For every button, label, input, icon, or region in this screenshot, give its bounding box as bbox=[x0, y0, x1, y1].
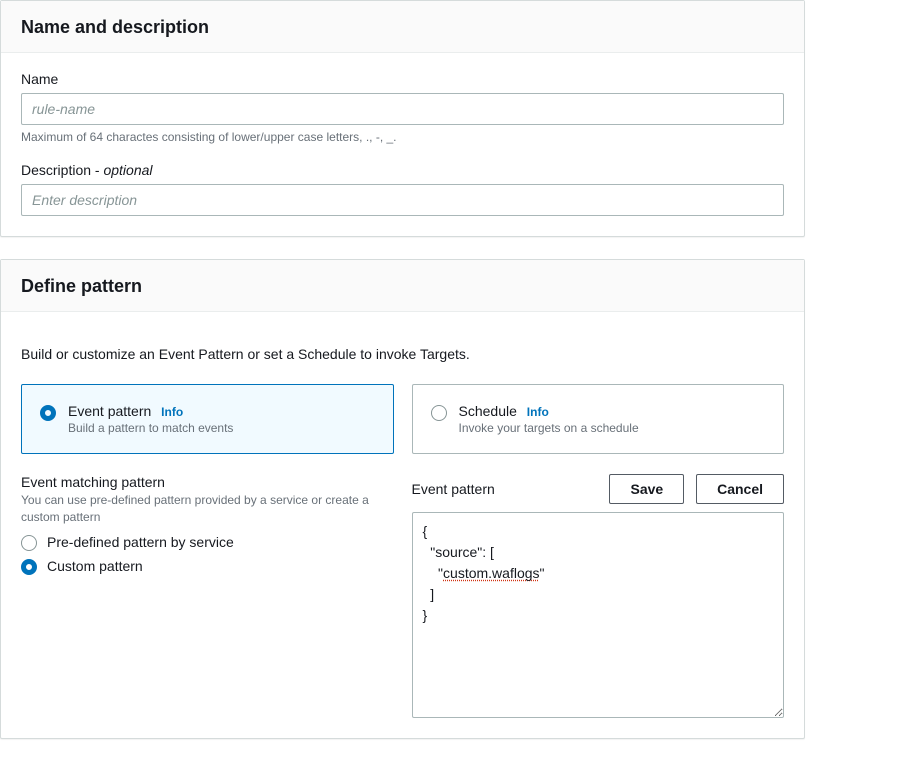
option-title: Schedule bbox=[459, 403, 517, 419]
name-help-text: Maximum of 64 charactes consisting of lo… bbox=[21, 129, 784, 146]
code-line: "source": [ bbox=[423, 544, 494, 560]
panel-body: Name Maximum of 64 charactes consisting … bbox=[1, 53, 804, 236]
panel-header: Name and description bbox=[1, 1, 804, 53]
define-pattern-description: Build or customize an Event Pattern or s… bbox=[21, 346, 784, 362]
description-label-optional: optional bbox=[103, 162, 152, 178]
code-spell-segment: custom.waflogs bbox=[443, 565, 539, 581]
description-label: Description - optional bbox=[21, 162, 784, 178]
info-link[interactable]: Info bbox=[161, 405, 183, 419]
info-link[interactable]: Info bbox=[527, 405, 549, 419]
radio-label: Pre-defined pattern by service bbox=[47, 534, 234, 550]
panel-title: Name and description bbox=[21, 17, 784, 38]
radio-icon bbox=[40, 405, 56, 421]
name-input[interactable] bbox=[21, 93, 784, 125]
event-pattern-code-input[interactable]: { "source": [ "custom.waflogs" ] } bbox=[412, 512, 785, 718]
description-field-block: Description - optional bbox=[21, 162, 784, 216]
name-field-block: Name Maximum of 64 charactes consisting … bbox=[21, 71, 784, 146]
event-matching-help: You can use pre-defined pattern provided… bbox=[21, 492, 394, 526]
option-text: Event pattern Info Build a pattern to ma… bbox=[68, 403, 375, 435]
custom-pattern-radio[interactable]: Custom pattern bbox=[21, 557, 394, 575]
event-pattern-buttons: Save Cancel bbox=[609, 474, 784, 504]
event-pattern-header: Event pattern Save Cancel bbox=[412, 474, 785, 504]
name-description-panel: Name and description Name Maximum of 64 … bbox=[0, 0, 805, 237]
option-subtitle: Build a pattern to match events bbox=[68, 421, 375, 435]
schedule-option[interactable]: Schedule Info Invoke your targets on a s… bbox=[412, 384, 785, 454]
option-title: Event pattern bbox=[68, 403, 151, 419]
name-label: Name bbox=[21, 71, 784, 87]
option-subtitle: Invoke your targets on a schedule bbox=[459, 421, 766, 435]
event-pattern-title: Event pattern bbox=[412, 481, 495, 497]
panel-header: Define pattern bbox=[1, 260, 804, 312]
radio-icon bbox=[21, 535, 37, 551]
option-text: Schedule Info Invoke your targets on a s… bbox=[459, 403, 766, 435]
lower-row: Event matching pattern You can use pre-d… bbox=[21, 474, 784, 718]
pattern-type-options: Event pattern Info Build a pattern to ma… bbox=[21, 384, 784, 454]
option-title-line: Event pattern Info bbox=[68, 403, 375, 419]
event-pattern-option[interactable]: Event pattern Info Build a pattern to ma… bbox=[21, 384, 394, 454]
event-pattern-column: Event pattern Save Cancel { "source": [ … bbox=[412, 474, 785, 718]
code-line: { bbox=[423, 523, 428, 539]
event-matching-title: Event matching pattern bbox=[21, 474, 394, 490]
description-input[interactable] bbox=[21, 184, 784, 216]
cancel-button[interactable]: Cancel bbox=[696, 474, 784, 504]
event-matching-column: Event matching pattern You can use pre-d… bbox=[21, 474, 394, 582]
description-label-prefix: Description - bbox=[21, 162, 103, 178]
radio-label: Custom pattern bbox=[47, 558, 143, 574]
code-line: " bbox=[423, 565, 444, 581]
radio-icon bbox=[21, 559, 37, 575]
option-title-line: Schedule Info bbox=[459, 403, 766, 419]
save-button[interactable]: Save bbox=[609, 474, 684, 504]
radio-icon bbox=[431, 405, 447, 421]
code-line: " bbox=[540, 565, 545, 581]
panel-body: Build or customize an Event Pattern or s… bbox=[1, 312, 804, 738]
define-pattern-panel: Define pattern Build or customize an Eve… bbox=[0, 259, 805, 739]
code-line: } bbox=[423, 607, 428, 623]
predefined-pattern-radio[interactable]: Pre-defined pattern by service bbox=[21, 533, 394, 551]
code-line: ] bbox=[423, 586, 435, 602]
panel-title: Define pattern bbox=[21, 276, 784, 297]
